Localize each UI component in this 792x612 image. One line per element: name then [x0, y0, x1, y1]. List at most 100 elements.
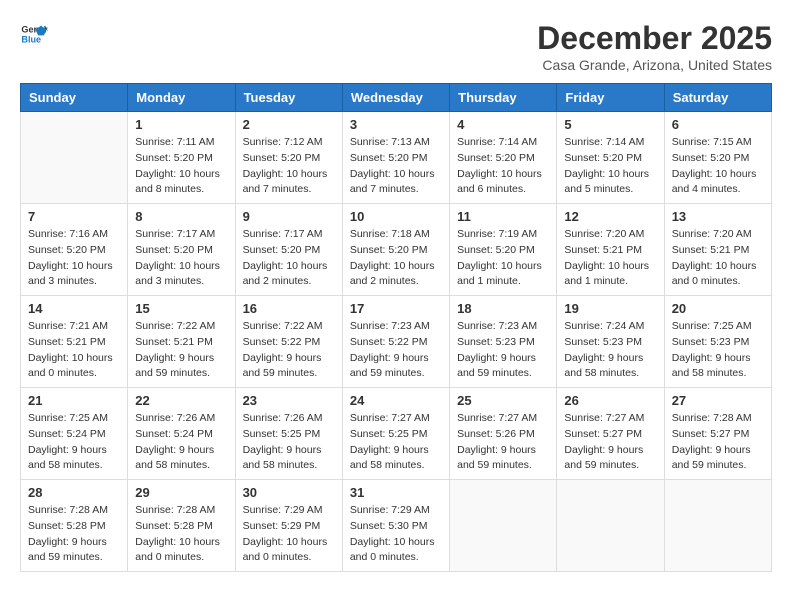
- cell-content: Sunrise: 7:22 AMSunset: 5:22 PMDaylight:…: [243, 319, 335, 382]
- calendar-cell: 7 Sunrise: 7:16 AMSunset: 5:20 PMDaylight…: [21, 204, 128, 296]
- day-number: 22: [135, 393, 227, 408]
- day-number: 31: [350, 485, 442, 500]
- calendar-cell: 6 Sunrise: 7:15 AMSunset: 5:20 PMDaylight…: [664, 112, 771, 204]
- cell-content: Sunrise: 7:17 AMSunset: 5:20 PMDaylight:…: [135, 227, 227, 290]
- calendar-cell: 14 Sunrise: 7:21 AMSunset: 5:21 PMDayligh…: [21, 296, 128, 388]
- calendar-week-4: 28 Sunrise: 7:28 AMSunset: 5:28 PMDayligh…: [21, 480, 772, 572]
- page-container: General Blue December 2025 Casa Grande, …: [20, 20, 772, 572]
- day-number: 6: [672, 117, 764, 132]
- calendar-cell: 24 Sunrise: 7:27 AMSunset: 5:25 PMDayligh…: [342, 388, 449, 480]
- cell-content: Sunrise: 7:18 AMSunset: 5:20 PMDaylight:…: [350, 227, 442, 290]
- calendar-cell: 3 Sunrise: 7:13 AMSunset: 5:20 PMDaylight…: [342, 112, 449, 204]
- day-number: 19: [564, 301, 656, 316]
- col-friday: Friday: [557, 84, 664, 112]
- svg-text:Blue: Blue: [21, 34, 41, 44]
- day-number: 17: [350, 301, 442, 316]
- calendar-cell: 12 Sunrise: 7:20 AMSunset: 5:21 PMDayligh…: [557, 204, 664, 296]
- calendar-cell: 10 Sunrise: 7:18 AMSunset: 5:20 PMDayligh…: [342, 204, 449, 296]
- day-number: 15: [135, 301, 227, 316]
- cell-content: Sunrise: 7:23 AMSunset: 5:22 PMDaylight:…: [350, 319, 442, 382]
- cell-content: Sunrise: 7:16 AMSunset: 5:20 PMDaylight:…: [28, 227, 120, 290]
- calendar-cell: [557, 480, 664, 572]
- cell-content: Sunrise: 7:24 AMSunset: 5:23 PMDaylight:…: [564, 319, 656, 382]
- calendar-cell: 4Sunrise: 7:14 AMSunset: 5:20 PMDaylight…: [450, 112, 557, 204]
- day-number: 3: [350, 117, 442, 132]
- day-number: 23: [243, 393, 335, 408]
- month-year: December 2025: [537, 20, 772, 57]
- cell-content: Sunrise: 7:26 AMSunset: 5:24 PMDaylight:…: [135, 411, 227, 474]
- day-number: 30: [243, 485, 335, 500]
- calendar-cell: 20Sunrise: 7:25 AMSunset: 5:23 PMDayligh…: [664, 296, 771, 388]
- calendar-cell: [450, 480, 557, 572]
- calendar-cell: 1 Sunrise: 7:11 AMSunset: 5:20 PMDaylight…: [128, 112, 235, 204]
- col-monday: Monday: [128, 84, 235, 112]
- cell-content: Sunrise: 7:27 AMSunset: 5:27 PMDaylight:…: [564, 411, 656, 474]
- cell-content: Sunrise: 7:26 AMSunset: 5:25 PMDaylight:…: [243, 411, 335, 474]
- cell-content: Sunrise: 7:17 AMSunset: 5:20 PMDaylight:…: [243, 227, 335, 290]
- day-number: 26: [564, 393, 656, 408]
- day-number: 10: [350, 209, 442, 224]
- cell-content: Sunrise: 7:13 AMSunset: 5:20 PMDaylight:…: [350, 135, 442, 198]
- cell-content: Sunrise: 7:21 AMSunset: 5:21 PMDaylight:…: [28, 319, 120, 382]
- location: Casa Grande, Arizona, United States: [537, 57, 772, 73]
- day-number: 11: [457, 209, 549, 224]
- calendar-cell: 27 Sunrise: 7:28 AMSunset: 5:27 PMDayligh…: [664, 388, 771, 480]
- day-number: 9: [243, 209, 335, 224]
- calendar-cell: 28 Sunrise: 7:28 AMSunset: 5:28 PMDayligh…: [21, 480, 128, 572]
- header: General Blue December 2025 Casa Grande, …: [20, 20, 772, 73]
- cell-content: Sunrise: 7:15 AMSunset: 5:20 PMDaylight:…: [672, 135, 764, 198]
- cell-content: Sunrise: 7:28 AMSunset: 5:28 PMDaylight:…: [28, 503, 120, 566]
- cell-content: Sunrise: 7:25 AMSunset: 5:24 PMDaylight:…: [28, 411, 120, 474]
- calendar-cell: 23 Sunrise: 7:26 AMSunset: 5:25 PMDayligh…: [235, 388, 342, 480]
- day-number: 8: [135, 209, 227, 224]
- calendar-header-row: Sunday Monday Tuesday Wednesday Thursday…: [21, 84, 772, 112]
- day-number: 16: [243, 301, 335, 316]
- calendar-week-1: 7 Sunrise: 7:16 AMSunset: 5:20 PMDaylight…: [21, 204, 772, 296]
- day-number: 1: [135, 117, 227, 132]
- day-number: 2: [243, 117, 335, 132]
- day-number: 13: [672, 209, 764, 224]
- calendar-cell: 29 Sunrise: 7:28 AMSunset: 5:28 PMDayligh…: [128, 480, 235, 572]
- col-thursday: Thursday: [450, 84, 557, 112]
- day-number: 25: [457, 393, 549, 408]
- calendar-cell: 31 Sunrise: 7:29 AMSunset: 5:30 PMDayligh…: [342, 480, 449, 572]
- cell-content: Sunrise: 7:29 AMSunset: 5:29 PMDaylight:…: [243, 503, 335, 566]
- day-number: 7: [28, 209, 120, 224]
- col-tuesday: Tuesday: [235, 84, 342, 112]
- calendar-cell: 25 Sunrise: 7:27 AMSunset: 5:26 PMDayligh…: [450, 388, 557, 480]
- cell-content: Sunrise: 7:28 AMSunset: 5:28 PMDaylight:…: [135, 503, 227, 566]
- cell-content: Sunrise: 7:12 AMSunset: 5:20 PMDaylight:…: [243, 135, 335, 198]
- logo: General Blue: [20, 20, 48, 48]
- col-sunday: Sunday: [21, 84, 128, 112]
- calendar-cell: 21 Sunrise: 7:25 AMSunset: 5:24 PMDayligh…: [21, 388, 128, 480]
- calendar-cell: 30 Sunrise: 7:29 AMSunset: 5:29 PMDayligh…: [235, 480, 342, 572]
- logo-icon: General Blue: [20, 20, 48, 48]
- day-number: 28: [28, 485, 120, 500]
- day-number: 24: [350, 393, 442, 408]
- cell-content: Sunrise: 7:27 AMSunset: 5:25 PMDaylight:…: [350, 411, 442, 474]
- day-number: 12: [564, 209, 656, 224]
- day-number: 27: [672, 393, 764, 408]
- cell-content: Sunrise: 7:11 AMSunset: 5:20 PMDaylight:…: [135, 135, 227, 198]
- day-number: 18: [457, 301, 549, 316]
- cell-content: Sunrise: 7:14 AMSunset: 5:20 PMDaylight:…: [564, 135, 656, 198]
- calendar-cell: 16 Sunrise: 7:22 AMSunset: 5:22 PMDayligh…: [235, 296, 342, 388]
- cell-content: Sunrise: 7:28 AMSunset: 5:27 PMDaylight:…: [672, 411, 764, 474]
- calendar-cell: 17 Sunrise: 7:23 AMSunset: 5:22 PMDayligh…: [342, 296, 449, 388]
- day-number: 4: [457, 117, 549, 132]
- cell-content: Sunrise: 7:19 AMSunset: 5:20 PMDaylight:…: [457, 227, 549, 290]
- cell-content: Sunrise: 7:20 AMSunset: 5:21 PMDaylight:…: [564, 227, 656, 290]
- day-number: 29: [135, 485, 227, 500]
- calendar-cell: 9 Sunrise: 7:17 AMSunset: 5:20 PMDaylight…: [235, 204, 342, 296]
- calendar-cell: [664, 480, 771, 572]
- day-number: 14: [28, 301, 120, 316]
- cell-content: Sunrise: 7:20 AMSunset: 5:21 PMDaylight:…: [672, 227, 764, 290]
- calendar-cell: 22 Sunrise: 7:26 AMSunset: 5:24 PMDayligh…: [128, 388, 235, 480]
- cell-content: Sunrise: 7:27 AMSunset: 5:26 PMDaylight:…: [457, 411, 549, 474]
- col-wednesday: Wednesday: [342, 84, 449, 112]
- day-number: 21: [28, 393, 120, 408]
- cell-content: Sunrise: 7:29 AMSunset: 5:30 PMDaylight:…: [350, 503, 442, 566]
- calendar-cell: 18Sunrise: 7:23 AMSunset: 5:23 PMDayligh…: [450, 296, 557, 388]
- title-section: December 2025 Casa Grande, Arizona, Unit…: [537, 20, 772, 73]
- calendar-cell: 8 Sunrise: 7:17 AMSunset: 5:20 PMDaylight…: [128, 204, 235, 296]
